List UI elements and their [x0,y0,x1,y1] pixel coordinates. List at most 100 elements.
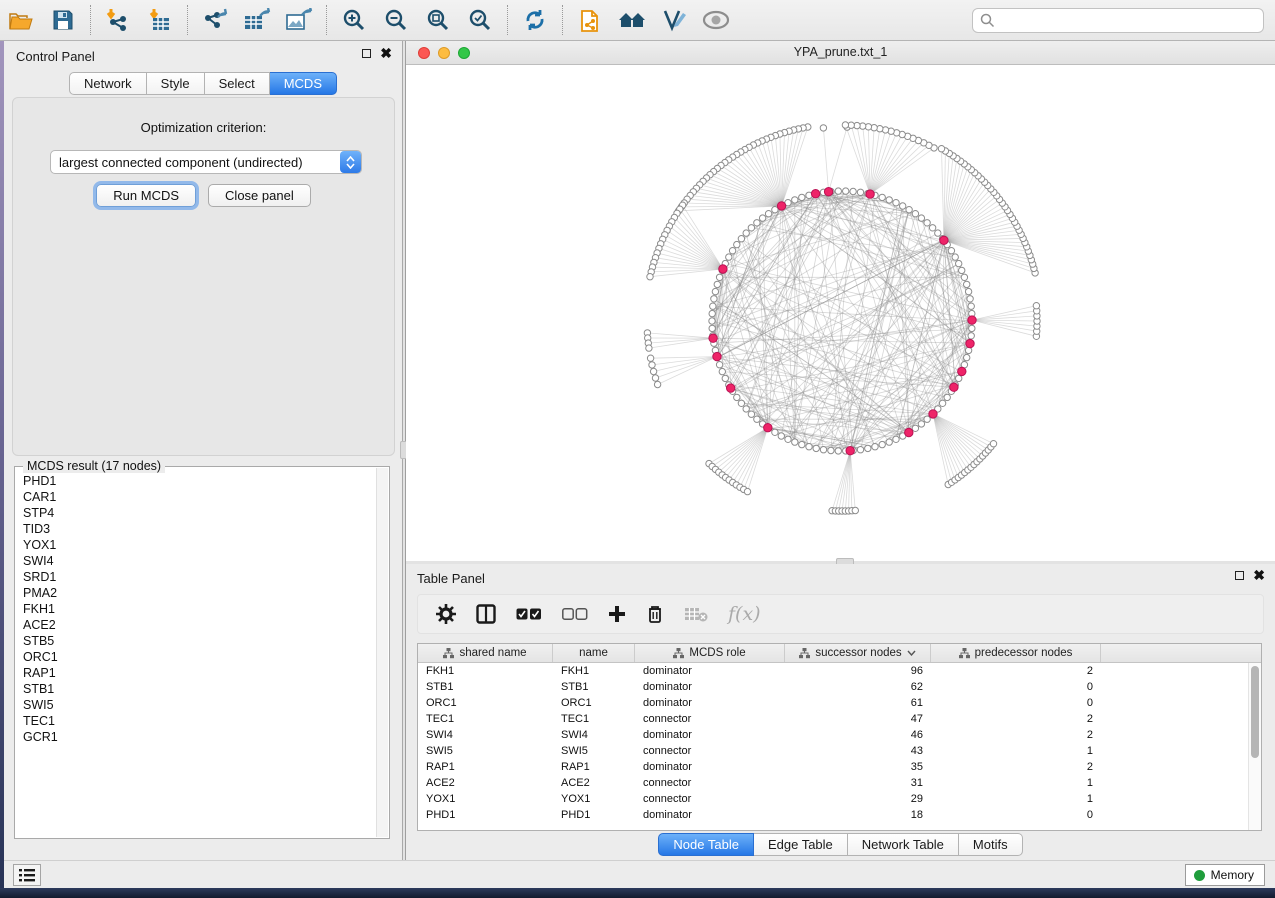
float-panel-icon[interactable] [362,49,371,58]
table-row[interactable]: RAP1RAP1dominator352 [418,759,1248,775]
table-row[interactable]: SWI4SWI4dominator462 [418,727,1248,743]
close-panel-button[interactable]: Close panel [208,184,311,207]
result-item[interactable]: TEC1 [16,713,376,729]
result-item[interactable]: SWI5 [16,697,376,713]
cell-successor-nodes: 43 [785,743,931,759]
cell-predecessor-nodes: 1 [931,743,1101,759]
save-session-icon[interactable] [46,4,80,36]
result-item[interactable]: YOX1 [16,537,376,553]
delete-column-icon[interactable] [646,604,664,624]
table-row[interactable]: ACE2ACE2connector311 [418,775,1248,791]
scrollbar-thumb[interactable] [1251,666,1259,758]
export-network-icon[interactable] [198,4,232,36]
optimization-criterion-label: Optimization criterion: [13,120,394,135]
tab-mcds[interactable]: MCDS [270,72,337,95]
network-window-titlebar[interactable]: YPA_prune.txt_1 [406,41,1275,65]
window-close-icon[interactable] [418,47,430,59]
column-label: shared name [459,647,526,659]
deselect-all-icon[interactable] [562,607,588,621]
cell-predecessor-nodes: 1 [931,775,1101,791]
window-maximize-icon[interactable] [458,47,470,59]
table-row[interactable]: ORC1ORC1dominator610 [418,695,1248,711]
open-session-icon[interactable] [4,4,38,36]
cell-name: ORC1 [553,695,635,711]
window-minimize-icon[interactable] [438,47,450,59]
table-row[interactable]: YOX1YOX1connector291 [418,791,1248,807]
close-panel-icon[interactable]: ✖ [380,48,392,58]
tab-style[interactable]: Style [147,72,205,95]
table-row[interactable]: FKH1FKH1dominator962 [418,663,1248,679]
cell-MCDS-role: connector [635,743,785,759]
tab-edge-table[interactable]: Edge Table [754,833,848,856]
table-body[interactable]: FKH1FKH1dominator962STB1STB1dominator620… [418,663,1248,830]
column-header-successor-nodes[interactable]: successor nodes [785,644,931,662]
result-item[interactable]: SWI4 [16,553,376,569]
result-item[interactable]: ORC1 [16,649,376,665]
tab-node-table[interactable]: Node Table [658,833,754,856]
result-item[interactable]: STP4 [16,505,376,521]
table-row[interactable]: STB1STB1dominator620 [418,679,1248,695]
zoom-in-icon[interactable] [337,4,371,36]
result-item[interactable]: RAP1 [16,665,376,681]
column-header-name[interactable]: name [553,644,635,662]
cell-MCDS-role: dominator [635,695,785,711]
result-scrollbar[interactable] [376,468,388,837]
annotation-icon[interactable] [657,4,691,36]
search-input[interactable] [995,14,1263,28]
zoom-out-icon[interactable] [379,4,413,36]
share-document-icon[interactable] [573,4,607,36]
result-item[interactable]: FKH1 [16,601,376,617]
home-networks-icon[interactable] [615,4,649,36]
import-network-icon[interactable] [101,4,135,36]
table-scrollbar[interactable] [1248,663,1261,830]
mcds-result-list[interactable]: PHD1CAR1STP4TID3YOX1SWI4SRD1PMA2FKH1ACE2… [16,473,376,837]
cell-predecessor-nodes: 0 [931,807,1101,823]
network-canvas[interactable] [406,65,1275,560]
result-item[interactable]: STB1 [16,681,376,697]
attribute-type-icon [443,648,454,659]
memory-button[interactable]: Memory [1185,864,1265,886]
result-item[interactable]: TID3 [16,521,376,537]
column-header-predecessor-nodes[interactable]: predecessor nodes [931,644,1101,662]
table-settings-gear-icon[interactable] [436,604,456,624]
criterion-dropdown[interactable]: largest connected component (undirected) [50,150,362,174]
search-field[interactable] [972,8,1264,33]
column-header-MCDS-role[interactable]: MCDS role [635,644,785,662]
show-columns-icon[interactable] [476,604,496,624]
select-all-icon[interactable] [516,607,542,621]
float-panel-icon[interactable] [1235,571,1244,580]
run-mcds-button[interactable]: Run MCDS [96,184,196,207]
show-panels-button[interactable] [13,864,41,886]
main-toolbar [0,0,1275,41]
table-row[interactable]: SWI5SWI5connector431 [418,743,1248,759]
zoom-fit-icon[interactable] [421,4,455,36]
result-item[interactable]: GCR1 [16,729,376,745]
result-item[interactable]: ACE2 [16,617,376,633]
tab-select[interactable]: Select [205,72,270,95]
result-item[interactable]: CAR1 [16,489,376,505]
add-column-icon[interactable] [608,605,626,623]
tab-motifs[interactable]: Motifs [959,833,1023,856]
import-table-icon[interactable] [143,4,177,36]
zoom-selected-icon[interactable] [463,4,497,36]
result-item[interactable]: SRD1 [16,569,376,585]
cell-predecessor-nodes: 2 [931,711,1101,727]
result-item[interactable]: STB5 [16,633,376,649]
sort-desc-icon [907,650,916,656]
hide-show-icon[interactable] [699,4,733,36]
table-row[interactable]: TEC1TEC1connector472 [418,711,1248,727]
network-graph[interactable] [406,65,1275,560]
cell-predecessor-nodes: 0 [931,695,1101,711]
refresh-layout-icon[interactable] [518,4,552,36]
export-image-icon[interactable] [282,4,316,36]
column-header-shared-name[interactable]: shared name [418,644,553,662]
cell-name: STB1 [553,679,635,695]
cell-MCDS-role: connector [635,711,785,727]
tab-network[interactable]: Network [69,72,147,95]
table-row[interactable]: PHD1PHD1dominator180 [418,807,1248,823]
export-table-icon[interactable] [240,4,274,36]
result-item[interactable]: PHD1 [16,473,376,489]
tab-network-table[interactable]: Network Table [848,833,959,856]
result-item[interactable]: PMA2 [16,585,376,601]
close-panel-icon[interactable]: ✖ [1253,570,1265,580]
